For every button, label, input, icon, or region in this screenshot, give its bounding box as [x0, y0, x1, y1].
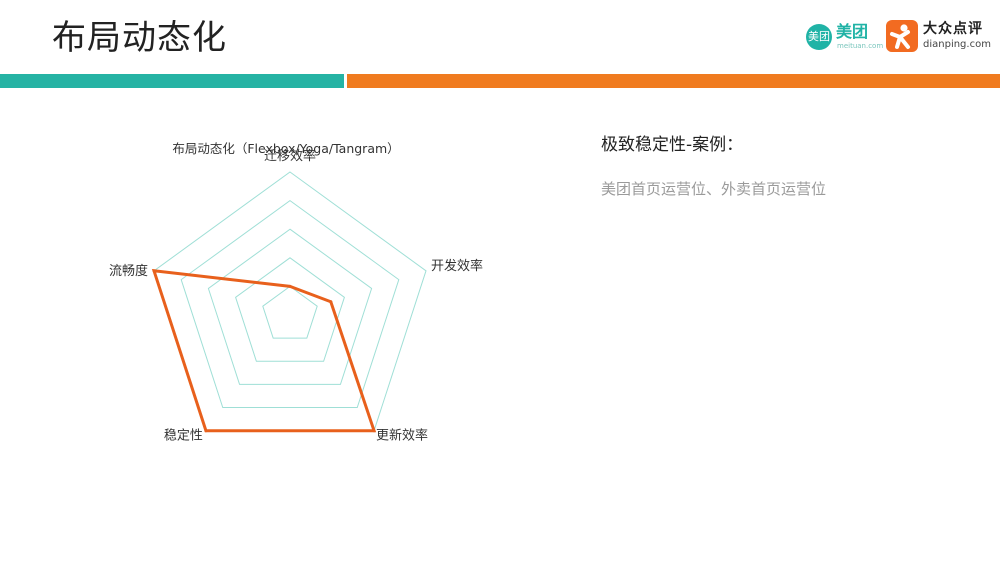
series-point [372, 429, 376, 433]
axis-label: 流畅度 [109, 263, 148, 279]
axis-label: 迁移效率 [264, 148, 316, 164]
axis-label: 稳定性 [164, 428, 203, 444]
radar-chart: 布局动态化（Flexbox/Yoga/Tangram） 迁移效率开发效率更新效率… [109, 141, 483, 444]
radar-grid-ring [235, 257, 345, 362]
series-point [329, 300, 333, 304]
series-point [288, 284, 292, 288]
series-point [204, 429, 208, 433]
case-heading: 极致稳定性-案例： [601, 135, 744, 155]
axis-label: 开发效率 [431, 258, 483, 274]
axis-label: 更新效率 [376, 428, 428, 444]
case-text: 美团首页运营位、外卖首页运营位 [601, 180, 827, 198]
series-point [152, 269, 156, 273]
